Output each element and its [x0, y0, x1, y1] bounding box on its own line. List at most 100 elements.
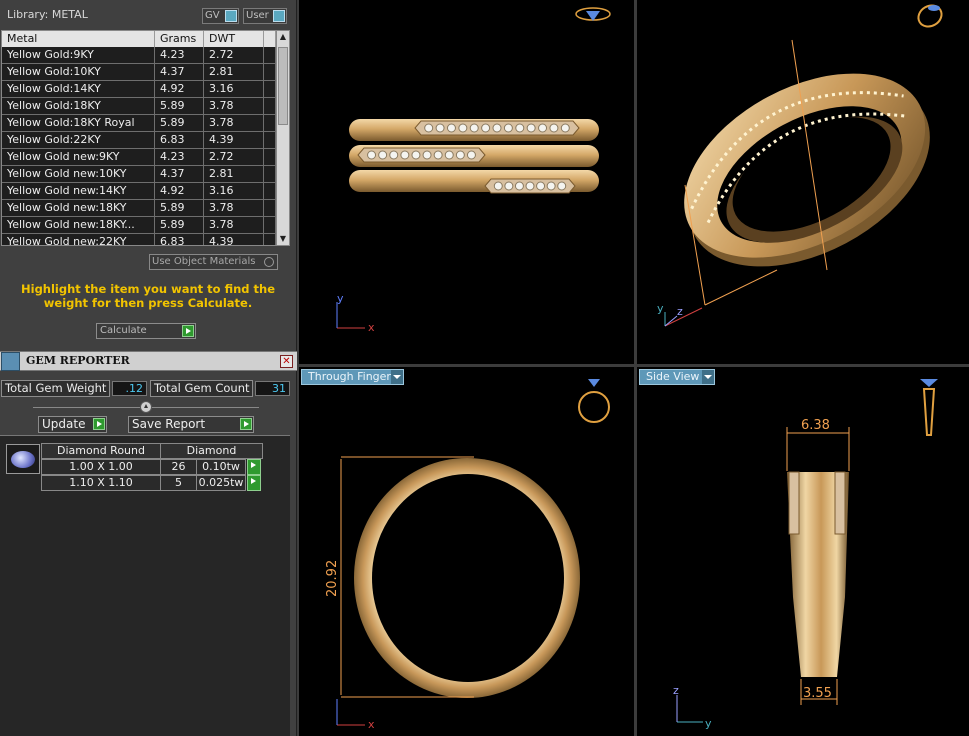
gem-row-select-button[interactable] [247, 459, 261, 475]
viewport-top-view[interactable]: x y [299, 0, 634, 364]
use-object-materials-toggle[interactable]: Use Object Materials [149, 254, 278, 270]
diamond-stone [458, 123, 468, 133]
column-header-metal[interactable]: Metal [2, 31, 155, 47]
metal-name-cell: Yellow Gold new:14KY [2, 183, 155, 199]
gem-row-weight: 0.10tw [196, 459, 246, 475]
gem-reporter-header: GEM REPORTER ✕ [0, 351, 297, 371]
metal-name-cell: Yellow Gold new:22KY [2, 234, 155, 245]
gem-row-weight: 0.025tw [196, 475, 246, 491]
ring-view-icon[interactable] [578, 379, 610, 423]
table-row[interactable]: Yellow Gold new:18KY... 5.89 3.78 [2, 217, 277, 234]
axis-y-label: y [337, 292, 344, 305]
scroll-down-icon[interactable]: ▼ [277, 233, 289, 245]
table-row[interactable]: Yellow Gold:14KY 4.92 3.16 [2, 81, 277, 98]
play-arrow-icon [248, 460, 260, 473]
play-arrow-icon [93, 418, 105, 430]
perspective-render: y z [657, 1, 946, 327]
diamond-stone [525, 181, 535, 191]
total-gem-weight-label: Total Gem Weight [1, 380, 110, 397]
grams-cell: 5.89 [155, 217, 204, 233]
dwt-cell: 3.78 [204, 115, 264, 131]
gem-type-header: Diamond [160, 443, 263, 459]
view-mode-value: Side View [646, 370, 700, 383]
calculate-button[interactable]: Calculate [96, 323, 196, 339]
table-row[interactable]: Yellow Gold new:10KY 4.37 2.81 [2, 166, 277, 183]
metal-name-cell: Yellow Gold new:18KY [2, 200, 155, 216]
update-button[interactable]: Update [38, 416, 107, 433]
metal-name-cell: Yellow Gold:22KY [2, 132, 155, 148]
metal-name-cell: Yellow Gold:14KY [2, 81, 155, 97]
diamond-stone [435, 123, 445, 133]
view-mode-dropdown[interactable]: Side View [639, 369, 715, 385]
diamond-stone [536, 181, 546, 191]
table-row[interactable]: Yellow Gold:10KY 4.37 2.81 [2, 64, 277, 81]
row-spacer [264, 98, 276, 114]
view-mode-dropdown[interactable]: Through Finger [301, 369, 404, 385]
gv-toggle-icon [225, 10, 237, 22]
metal-table-body: Yellow Gold:9KY 4.23 2.72 Yellow Gold:10KY 4… [2, 47, 277, 245]
view-mode-value: Through Finger [308, 370, 391, 383]
gem-row-select-button[interactable] [247, 475, 261, 491]
axis-z-label: z [673, 684, 679, 697]
top-view-render: x y [336, 7, 611, 334]
grams-cell: 4.92 [155, 183, 204, 199]
grams-cell: 4.23 [155, 47, 204, 63]
update-label: Update [42, 417, 86, 431]
close-icon[interactable]: ✕ [280, 355, 293, 368]
panel-splitter-handle[interactable] [140, 401, 152, 413]
scroll-thumb[interactable] [278, 47, 288, 125]
dwt-cell: 2.81 [204, 166, 264, 182]
diamond-stone [514, 181, 524, 191]
column-header-grams[interactable]: Grams [155, 31, 204, 47]
diamond-stone [538, 123, 548, 133]
gem-shape-header: Diamond Round [41, 443, 161, 459]
row-spacer [264, 64, 276, 80]
save-report-button[interactable]: Save Report [128, 416, 254, 433]
ring-view-icon[interactable] [575, 7, 611, 21]
ring-view-icon[interactable] [915, 1, 946, 30]
user-toggle-icon [273, 10, 285, 22]
metal-table: Metal Grams DWT Yellow Gold:9KY 4.23 2.72 Y… [1, 30, 290, 246]
gem-reporter-title: GEM REPORTER [26, 354, 130, 367]
dwt-cell: 3.16 [204, 183, 264, 199]
viewport-side-view[interactable]: 6.38 3.55 y z Side View [637, 367, 969, 736]
column-header-dwt[interactable]: DWT [204, 31, 264, 47]
metal-table-scrollbar[interactable]: ▲ ▼ [276, 31, 289, 245]
grams-cell: 4.37 [155, 166, 204, 182]
chevron-down-icon [391, 370, 403, 384]
diamond-stone [546, 181, 556, 191]
metal-name-cell: Yellow Gold:10KY [2, 64, 155, 80]
gv-toggle-button[interactable]: GV [202, 8, 239, 24]
axis-x-label: x [368, 321, 375, 334]
table-row[interactable]: Yellow Gold:9KY 4.23 2.72 [2, 47, 277, 64]
gem-reporter-icon [1, 352, 20, 371]
table-row[interactable]: Yellow Gold new:9KY 4.23 2.72 [2, 149, 277, 166]
user-toggle-button[interactable]: User [243, 8, 287, 24]
diamond-stone [444, 150, 454, 160]
stone-channel-left [788, 471, 800, 535]
save-report-label: Save Report [132, 417, 206, 431]
table-row[interactable]: Yellow Gold new:18KY 5.89 3.78 [2, 200, 277, 217]
diamond-stone [503, 123, 513, 133]
viewport-perspective[interactable]: y z [637, 0, 969, 364]
row-spacer [264, 166, 276, 182]
axis-gizmo [336, 302, 365, 329]
library-title: Library: METAL [7, 8, 88, 21]
table-row[interactable]: Yellow Gold:22KY 6.83 4.39 [2, 132, 277, 149]
metal-name-cell: Yellow Gold new:10KY [2, 166, 155, 182]
row-spacer [264, 183, 276, 199]
gem-row-size[interactable]: 1.00 X 1.00 [41, 459, 161, 475]
ring-view-icon[interactable] [920, 379, 938, 436]
table-row[interactable]: Yellow Gold new:14KY 4.92 3.16 [2, 183, 277, 200]
scroll-up-icon[interactable]: ▲ [277, 31, 289, 43]
table-row[interactable]: Yellow Gold:18KY Royal 5.89 3.78 [2, 115, 277, 132]
side-view-render: 6.38 3.55 y z [673, 379, 938, 730]
table-row[interactable]: Yellow Gold:18KY 5.89 3.78 [2, 98, 277, 115]
calculate-label: Calculate [100, 325, 147, 336]
chevron-down-icon [702, 370, 714, 384]
table-row[interactable]: Yellow Gold new:22KY 6.83 4.39 [2, 234, 277, 245]
viewport-through-finger[interactable]: 20.92 x Through Finger [299, 367, 634, 736]
radio-icon [264, 257, 274, 267]
gem-row-size[interactable]: 1.10 X 1.10 [41, 475, 161, 491]
diamond-stone [469, 123, 479, 133]
